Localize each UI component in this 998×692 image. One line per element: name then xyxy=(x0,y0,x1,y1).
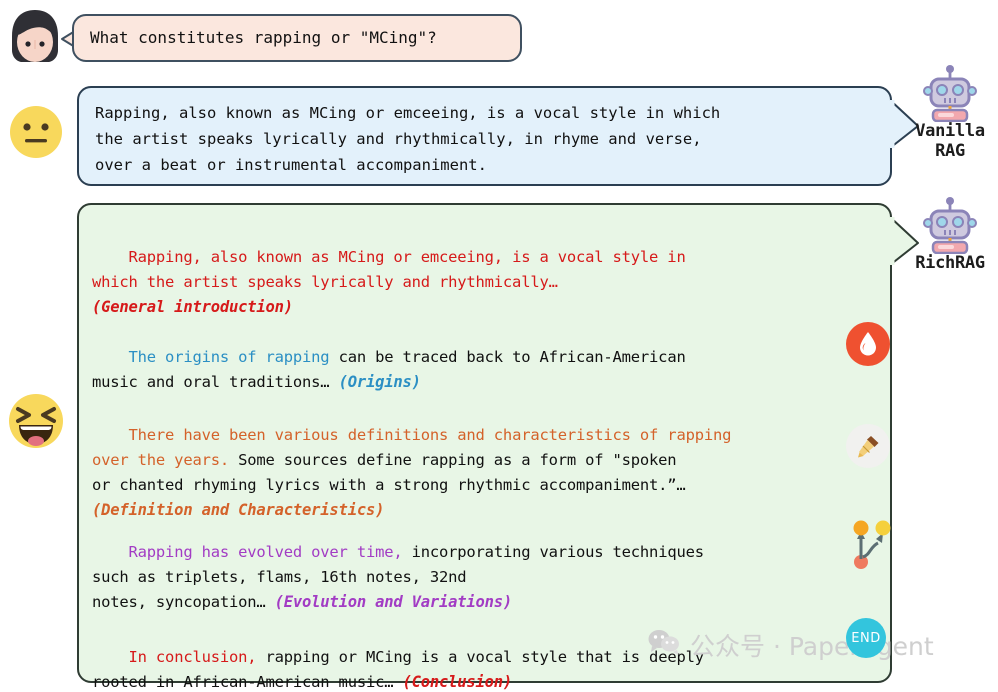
paragraph-tag: (General introduction) xyxy=(92,298,293,316)
richrag-label: RichRAG xyxy=(915,253,985,273)
paragraph-highlight: Rapping, also known as MCing or emceeing… xyxy=(92,248,686,291)
robot-emoji xyxy=(898,64,998,122)
question-text: What constitutes rapping or "MCing"? xyxy=(90,28,437,47)
branching-arrows-icon xyxy=(848,515,894,579)
richrag-paragraph-conclusion: In conclusion, rapping or MCing is a voc… xyxy=(92,620,852,692)
vanilla-rag-label-line1: Vanilla xyxy=(915,121,985,141)
paragraph-tag: (Evolution and Variations) xyxy=(274,593,513,611)
figure-canvas: What constitutes rapping or "MCing"? Rap… xyxy=(0,0,998,692)
question-bubble: What constitutes rapping or "MCing"? xyxy=(72,14,522,62)
vanilla-rag-label-line2: RAG xyxy=(935,140,965,161)
neutral-face-emoji xyxy=(8,104,64,164)
paragraph-tag: (Conclusion) xyxy=(402,673,513,691)
fountain-pen-icon xyxy=(846,424,890,468)
paragraph-tag: (Origins) xyxy=(338,373,421,391)
paragraph-highlight: Rapping has evolved over time, xyxy=(128,543,403,561)
paragraph-highlight: In conclusion, xyxy=(128,648,257,666)
vanilla-rag-robot-block: Vanilla RAG xyxy=(898,64,998,161)
robot-emoji xyxy=(898,196,998,254)
end-badge-icon: END xyxy=(846,618,886,658)
grinning-squinting-face-emoji xyxy=(7,392,65,454)
end-badge-label: END xyxy=(846,618,886,658)
vanilla-rag-answer: Rapping, also known as MCing or emceeing… xyxy=(95,104,721,174)
vanilla-rag-bubble: Rapping, also known as MCing or emceeing… xyxy=(77,86,892,186)
richrag-robot-block: RichRAG xyxy=(898,196,998,274)
paragraph-highlight: The origins of rapping xyxy=(128,348,330,366)
droplet-icon xyxy=(846,322,890,366)
